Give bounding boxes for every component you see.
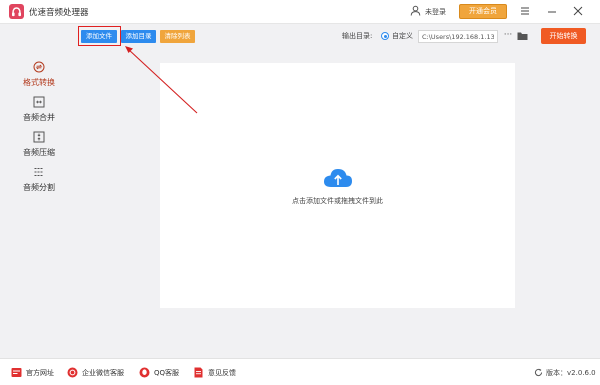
website-icon [11, 368, 22, 377]
login-status[interactable]: 未登录 [425, 7, 446, 17]
wechat-service-icon [67, 367, 78, 378]
app-title: 优速音频处理器 [29, 8, 89, 18]
close-icon[interactable] [571, 3, 585, 19]
version-label: 版本：v2.0.6.0 [546, 369, 596, 377]
custom-output-radio[interactable] [381, 32, 389, 40]
clear-list-button[interactable]: 清除列表 [160, 30, 195, 43]
output-path-field[interactable] [418, 30, 498, 43]
audio-merge-icon [33, 96, 45, 108]
sidebar-item-label: 格式转换 [23, 78, 55, 87]
menu-icon[interactable] [518, 3, 532, 19]
add-directory-button[interactable]: 添加目录 [121, 30, 156, 43]
folder-icon[interactable] [517, 31, 528, 41]
sidebar-item-audio-merge[interactable]: 音频合并 [0, 93, 78, 127]
custom-output-label[interactable]: 自定义 [392, 31, 413, 41]
more-icon[interactable]: ··· [502, 30, 514, 42]
sidebar-item-label: 音频压缩 [23, 148, 55, 157]
sidebar-item-audio-split[interactable]: 音频分割 [0, 163, 78, 197]
title-bar: 优速音频处理器 未登录 开通会员 [0, 0, 600, 24]
sidebar-item-label: 音频分割 [23, 183, 55, 192]
add-file-highlight [78, 26, 121, 46]
start-convert-button[interactable]: 开始转换 [541, 28, 586, 44]
sidebar-item-audio-compress[interactable]: 音频压缩 [0, 128, 78, 162]
vip-button[interactable]: 开通会员 [459, 4, 507, 19]
qq-icon [139, 367, 150, 378]
audio-split-icon [34, 168, 44, 176]
output-dir-label: 输出目录: [342, 32, 373, 40]
file-drop-area[interactable]: 点击添加文件或拖拽文件到此 [160, 63, 515, 308]
refresh-icon[interactable] [534, 368, 543, 377]
cloud-upload-icon[interactable] [323, 166, 353, 190]
app-logo-icon [9, 4, 24, 19]
drop-hint-text: 点击添加文件或拖拽文件到此 [292, 197, 383, 205]
audio-compress-icon [33, 131, 45, 143]
feedback-icon [194, 367, 203, 378]
status-bar: 官方网址 企业微信客服 QQ客服 意见反馈 版本：v2.0.6.0 [0, 358, 600, 385]
user-icon[interactable] [410, 5, 421, 16]
sidebar-item-label: 音频合并 [23, 113, 55, 122]
format-convert-icon [33, 61, 45, 73]
sidebar: 格式转换 音频合并 音频压缩 音频分割 [0, 48, 78, 358]
minimize-icon[interactable] [545, 3, 559, 19]
sidebar-item-format-convert[interactable]: 格式转换 [0, 58, 78, 92]
